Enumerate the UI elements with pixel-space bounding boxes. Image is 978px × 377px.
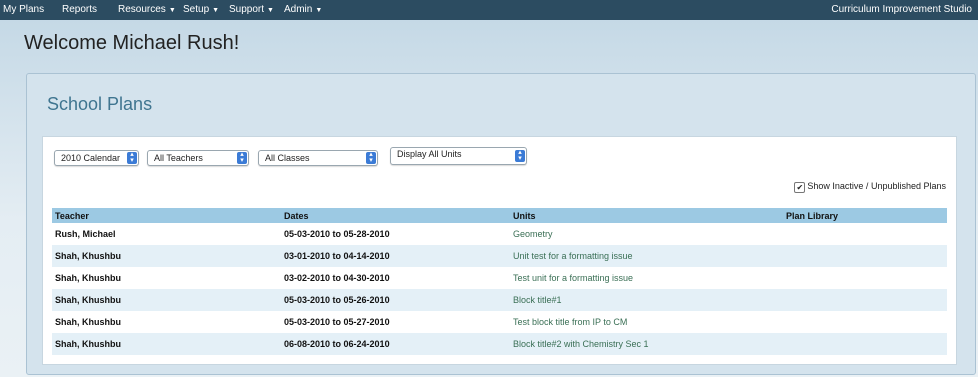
checkbox-checked-icon[interactable]: ✔ [794,182,806,193]
teacher-cell: Shah, Khushbu [55,317,121,327]
unit-link[interactable]: Block title#2 with Chemistry Sec 1 [510,333,783,355]
table-header-row: Teacher Dates Units Plan Library [52,208,947,223]
plan-library-cell [783,289,947,311]
app-brand: Curriculum Improvement Studio [831,4,972,15]
school-plans-panel: School Plans 2010 Calendar ▴ ▾ All Teache… [26,73,976,375]
nav-my-plans[interactable]: My Plans [3,4,44,15]
calendar-select-value: 2010 Calendar [61,153,121,163]
top-navigation-bar: My Plans Reports Resources ▼ Setup ▼ Suppo… [0,0,978,20]
teacher-cell: Shah, Khushbu [52,245,281,267]
unit-link[interactable]: Test block title from IP to CM [510,311,783,333]
nav-admin[interactable]: Admin ▼ [284,4,322,15]
table-row: Rush, Michael 05-03-2010 to 05-28-2010 G… [52,223,947,245]
column-header-units[interactable]: Units [510,208,783,223]
table-row: Shah, Khushbu 03-02-2010 to 04-30-2010 T… [52,267,947,289]
select-arrows-icon: ▴ ▾ [127,151,137,164]
unit-link[interactable]: Block title#1 [510,289,783,311]
classes-select-value: All Classes [265,153,310,163]
teacher-cell: Shah, Khushbu [55,273,121,283]
unit-link[interactable]: Geometry [510,223,783,245]
nav-support[interactable]: Support ▼ [229,4,274,15]
units-select[interactable]: Display All Units ▴ ▾ [390,147,527,165]
nav-reports[interactable]: Reports [62,4,97,15]
nav-support-label: Support [229,4,265,15]
dates-cell: 06-08-2010 to 06-24-2010 [281,333,510,355]
dates-cell: 05-03-2010 to 05-27-2010 [284,317,390,327]
calendar-select[interactable]: 2010 Calendar ▴ ▾ [54,150,139,166]
teachers-select[interactable]: All Teachers ▴ ▾ [147,150,249,166]
teacher-cell: Shah, Khushbu [52,333,281,355]
plan-library-cell [783,267,947,289]
column-header-teacher[interactable]: Teacher [52,208,281,223]
select-arrows-icon: ▴ ▾ [237,151,247,164]
plan-library-cell [783,311,947,333]
table-row: Shah, Khushbu 05-03-2010 to 05-27-2010 T… [52,311,947,333]
table-row: Shah, Khushbu 05-03-2010 to 05-26-2010 B… [52,289,947,311]
plan-library-cell [783,245,947,267]
column-header-plan-library[interactable]: Plan Library [783,208,947,223]
teachers-select-value: All Teachers [154,153,203,163]
dates-cell: 03-02-2010 to 04-30-2010 [284,273,390,283]
dates-cell: 05-03-2010 to 05-26-2010 [281,289,510,311]
chevron-down-icon: ▼ [168,7,176,14]
table-row: Shah, Khushbu 06-08-2010 to 06-24-2010 B… [52,333,947,355]
select-arrows-icon: ▴ ▾ [366,151,376,164]
units-select-value: Display All Units [397,149,462,159]
show-inactive-toggle[interactable]: ✔ Show Inactive / Unpublished Plans [794,181,946,193]
classes-select[interactable]: All Classes ▴ ▾ [258,150,378,166]
teacher-cell: Rush, Michael [55,229,116,239]
table-row: Shah, Khushbu 03-01-2010 to 04-14-2010 U… [52,245,947,267]
plan-library-cell [783,333,947,355]
nav-setup[interactable]: Setup ▼ [183,4,219,15]
nav-setup-label: Setup [183,4,210,15]
chevron-down-icon: ▼ [315,7,323,14]
nav-admin-label: Admin [284,4,313,15]
unit-link[interactable]: Test unit for a formatting issue [510,267,783,289]
teacher-cell: Shah, Khushbu [52,289,281,311]
nav-resources[interactable]: Resources ▼ [118,4,176,15]
panel-title: School Plans [47,94,153,114]
welcome-heading: Welcome Michael Rush! [24,32,240,54]
plans-table: Teacher Dates Units Plan Library Rush, M… [52,208,947,355]
plan-library-cell [783,223,947,245]
show-inactive-label: Show Inactive / Unpublished Plans [807,181,946,191]
chevron-down-icon: ▼ [212,7,220,14]
unit-link[interactable]: Unit test for a formatting issue [510,245,783,267]
dates-cell: 03-01-2010 to 04-14-2010 [281,245,510,267]
column-header-dates[interactable]: Dates [281,208,510,223]
nav-resources-label: Resources [118,4,166,15]
dates-cell: 05-03-2010 to 05-28-2010 [284,229,390,239]
select-arrows-icon: ▴ ▾ [515,149,525,162]
chevron-down-icon: ▼ [267,7,274,14]
plans-content: 2010 Calendar ▴ ▾ All Teachers ▴ ▾ All Cla… [42,136,957,365]
